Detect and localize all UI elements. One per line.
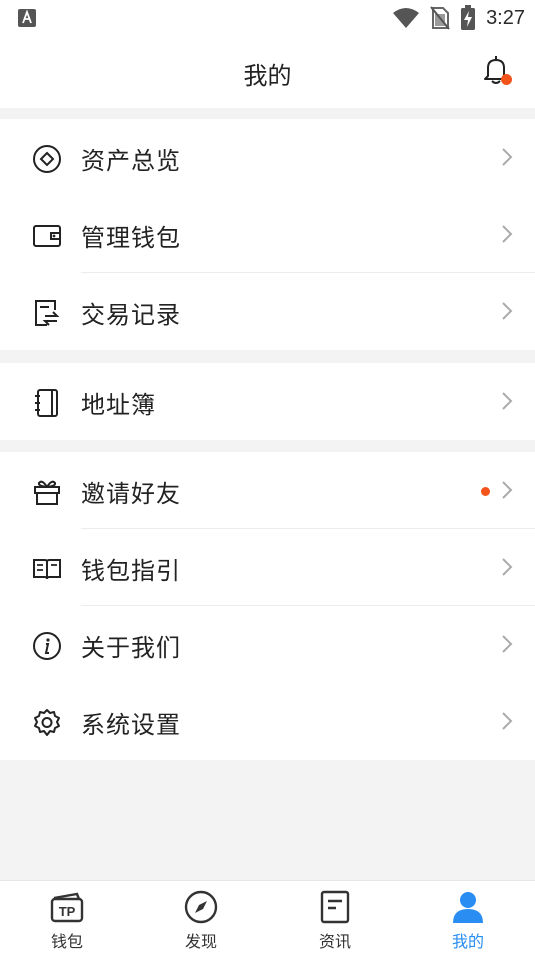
notification-dot <box>501 74 512 85</box>
menu-item-label: 管理钱包 <box>81 224 181 252</box>
transaction-record-icon <box>35 300 60 326</box>
address-book-icon <box>35 389 58 417</box>
info-icon <box>33 632 61 660</box>
page-title: 我的 <box>243 62 292 90</box>
chevron-right-icon <box>502 302 513 320</box>
menu-item-label: 关于我们 <box>81 634 181 662</box>
status-time: 3:27 <box>486 6 525 29</box>
menu-item-label: 资产总览 <box>81 147 181 175</box>
tab-news[interactable]: 资讯 <box>268 881 402 953</box>
tp-wallet-icon: TP <box>50 892 84 923</box>
menu-item-invite-friends[interactable]: 邀请好友 <box>0 452 535 529</box>
tab-discover[interactable]: 发现 <box>134 881 268 953</box>
menu-group-address: 地址簿 <box>0 363 535 440</box>
menu-item-address-book[interactable]: 地址簿 <box>0 363 535 440</box>
menu-item-label: 系统设置 <box>81 711 181 739</box>
keyboard-a-icon <box>18 9 36 27</box>
menu-group-general: 邀请好友 钱包指引 关于我们 系统设置 <box>0 452 535 760</box>
menu-item-label: 钱包指引 <box>81 557 181 585</box>
bottom-tab-bar: TP 钱包 发现 资讯 我的 <box>0 880 535 953</box>
menu-item-label: 地址簿 <box>81 391 156 419</box>
menu-item-transaction-record[interactable]: 交易记录 <box>0 273 535 350</box>
chevron-right-icon <box>502 558 513 576</box>
asset-overview-icon <box>33 145 61 173</box>
menu-item-asset-overview[interactable]: 资产总览 <box>0 119 535 196</box>
menu-item-manage-wallet[interactable]: 管理钱包 <box>0 196 535 273</box>
no-sim-icon <box>430 6 450 30</box>
chevron-right-icon <box>502 148 513 166</box>
menu-item-wallet-guide[interactable]: 钱包指引 <box>0 529 535 606</box>
menu-item-label: 交易记录 <box>81 301 181 329</box>
tab-label: 资讯 <box>318 932 351 951</box>
chevron-right-icon <box>502 635 513 653</box>
badge-dot <box>481 487 490 496</box>
menu-item-about-us[interactable]: 关于我们 <box>0 606 535 683</box>
tab-mine[interactable]: 我的 <box>401 881 535 953</box>
user-icon <box>453 892 483 923</box>
news-icon <box>320 890 350 924</box>
tab-label: 钱包 <box>50 932 83 951</box>
battery-charging-icon <box>461 5 476 30</box>
wifi-icon <box>393 8 420 28</box>
status-bar: 3:27 <box>0 0 535 36</box>
chevron-right-icon <box>502 225 513 243</box>
settings-gear-icon <box>34 709 60 736</box>
tab-wallet[interactable]: TP 钱包 <box>0 881 134 953</box>
svg-text:TP: TP <box>59 904 76 919</box>
page-header: 我的 <box>0 36 535 108</box>
tab-label: 发现 <box>184 932 217 951</box>
guide-book-icon <box>33 559 61 580</box>
menu-item-label: 邀请好友 <box>81 480 181 508</box>
chevron-right-icon <box>502 481 513 499</box>
chevron-right-icon <box>502 712 513 730</box>
menu-group-assets: 资产总览 管理钱包 交易记录 <box>0 119 535 350</box>
gift-icon <box>34 480 60 505</box>
status-icons: 3:27 <box>392 4 525 32</box>
chevron-right-icon <box>502 392 513 410</box>
menu-item-system-settings[interactable]: 系统设置 <box>0 683 535 760</box>
compass-icon <box>184 890 218 924</box>
wallet-icon <box>33 225 61 247</box>
tab-label: 我的 <box>451 932 484 951</box>
